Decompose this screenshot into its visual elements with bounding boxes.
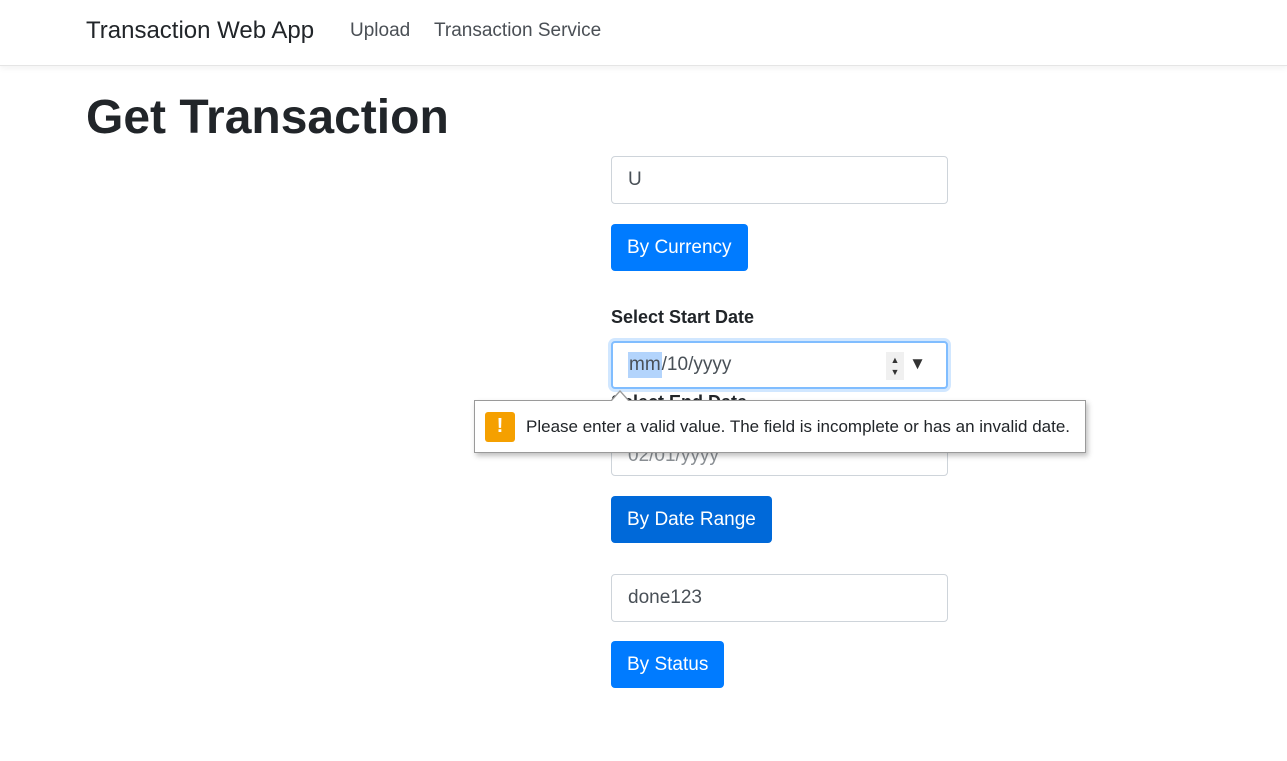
nav-link-upload[interactable]: Upload bbox=[350, 20, 410, 42]
nav-link-transaction-service[interactable]: Transaction Service bbox=[434, 20, 601, 42]
start-date-input[interactable]: mm/10/yyyy ▲ ▼ ▼ bbox=[611, 341, 948, 389]
status-input-value: done123 bbox=[628, 587, 702, 608]
warning-icon: ! bbox=[485, 411, 515, 442]
currency-input[interactable]: U bbox=[611, 156, 948, 204]
navbar-brand[interactable]: Transaction Web App bbox=[86, 17, 314, 45]
start-date-rest: /10/yyyy bbox=[661, 354, 732, 375]
start-date-month-segment[interactable]: mm bbox=[628, 352, 662, 378]
spin-down-icon[interactable]: ▼ bbox=[891, 366, 900, 378]
by-status-button[interactable]: By Status bbox=[611, 641, 725, 688]
spin-up-icon[interactable]: ▲ bbox=[891, 354, 900, 366]
page-title: Get Transaction bbox=[86, 91, 449, 144]
navbar: Transaction Web App Upload Transaction S… bbox=[0, 0, 1287, 66]
by-date-range-button[interactable]: By Date Range bbox=[611, 496, 772, 543]
status-input[interactable]: done123 bbox=[611, 574, 948, 622]
validation-tooltip: ! Please enter a valid value. The field … bbox=[474, 400, 1086, 453]
by-currency-button[interactable]: By Currency bbox=[611, 224, 748, 271]
tooltip-caret-inner bbox=[611, 392, 629, 402]
date-spinner[interactable]: ▲ ▼ bbox=[886, 352, 904, 380]
validation-message: Please enter a valid value. The field is… bbox=[526, 416, 1071, 436]
currency-input-value: U bbox=[628, 169, 642, 190]
start-date-label: Select Start Date bbox=[611, 307, 755, 327]
calendar-dropdown-icon[interactable]: ▼ bbox=[909, 354, 926, 374]
